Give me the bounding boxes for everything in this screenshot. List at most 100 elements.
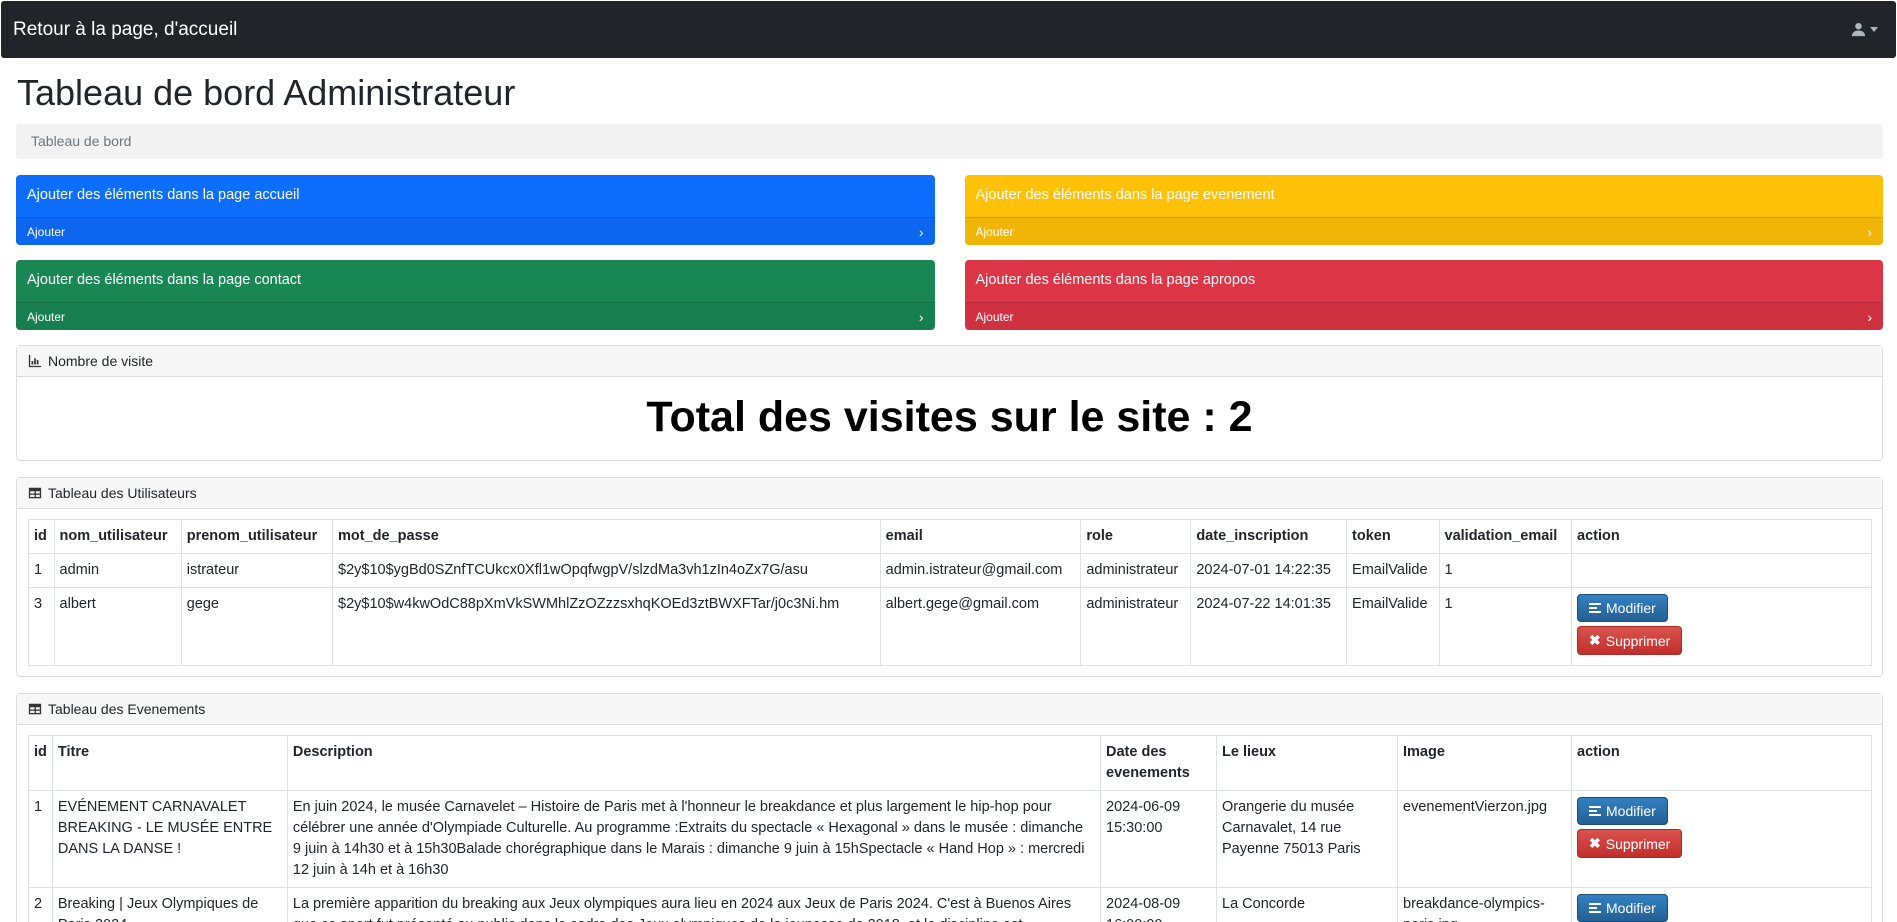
col-header: id — [28, 519, 55, 554]
close-icon: ✖ — [1589, 835, 1601, 851]
table-row: 1 admin istrateur $2y$10$ygBd0SZnfTCUkcx… — [28, 553, 1872, 588]
align-left-icon — [1589, 603, 1601, 613]
cell-action: Modifier ✖ Supprimer — [1571, 790, 1872, 888]
cell-date: 2024-08-09 16:00:00 — [1100, 887, 1217, 922]
cell-titre: EVÉNEMENT CARNAVALET BREAKING - LE MUSÉE… — [51, 790, 288, 888]
card-text: Ajouter des éléments dans la page contac… — [27, 272, 302, 288]
cell-email: admin.istrateur@gmail.com — [879, 553, 1082, 588]
main-container: Tableau de bord Administrateur Tableau d… — [0, 72, 1897, 922]
col-header: action — [1571, 519, 1872, 554]
home-link[interactable]: Retour à la page, d'accueil — [13, 19, 237, 41]
cell-id: 3 — [28, 587, 55, 666]
col-header: email — [879, 519, 1082, 554]
card-text: Ajouter des éléments dans la page evenem… — [975, 187, 1275, 203]
card-apropos: Ajouter des éléments dans la page apropo… — [964, 260, 1883, 330]
card-evenement: Ajouter des éléments dans la page evenem… — [964, 175, 1883, 245]
visits-panel-header: Nombre de visite — [17, 346, 1882, 377]
table-row: 1 EVÉNEMENT CARNAVALET BREAKING - LE MUS… — [28, 790, 1872, 888]
col-header: action — [1571, 735, 1872, 791]
col-header: Description — [286, 735, 1102, 791]
card-add-link-apropos[interactable]: Ajouter › — [964, 302, 1883, 330]
cell-action: Modifier — [1571, 887, 1872, 922]
delete-button[interactable]: ✖ Supprimer — [1577, 626, 1683, 655]
cell-role: administrateur — [1080, 587, 1192, 666]
col-header: Date des evenements — [1100, 735, 1217, 791]
col-header: Image — [1397, 735, 1572, 791]
table-icon — [28, 703, 42, 715]
cell-titre: Breaking | Jeux Olympiques de Paris 2024 — [51, 887, 288, 922]
visits-panel-title: Nombre de visite — [48, 353, 154, 369]
modify-button[interactable]: Modifier — [1577, 797, 1668, 825]
caret-down-icon — [1870, 27, 1878, 32]
modify-label: Modifier — [1606, 600, 1656, 616]
col-header: id — [28, 735, 53, 791]
modify-button[interactable]: Modifier — [1577, 594, 1668, 622]
cell-date: 2024-07-22 14:01:35 — [1190, 587, 1348, 666]
events-panel: Tableau des Evenements id Titre Descript… — [16, 693, 1883, 922]
chevron-right-icon: › — [918, 223, 924, 240]
user-dropdown[interactable] — [1851, 22, 1884, 37]
modify-label: Modifier — [1606, 803, 1656, 819]
col-header: Titre — [51, 735, 288, 791]
cell-date: 2024-07-01 14:22:35 — [1190, 553, 1348, 588]
card-link-label: Ajouter — [975, 224, 1014, 239]
col-header: prenom_utilisateur — [180, 519, 334, 554]
top-navbar: Retour à la page, d'accueil — [1, 1, 1896, 58]
table-row: 2 Breaking | Jeux Olympiques de Paris 20… — [28, 887, 1872, 922]
cell-password: $2y$10$ygBd0SZnfTCUkcx0Xfl1wOpqfwgpV/slz… — [332, 553, 881, 588]
card-contact: Ajouter des éléments dans la page contac… — [16, 260, 935, 330]
col-header: date_inscription — [1190, 519, 1348, 554]
cell-description: La première apparition du breaking aux J… — [286, 887, 1102, 922]
table-row: 3 albert gege $2y$10$w4kwOdC88pXmVkSWMhl… — [28, 587, 1872, 666]
card-add-link-evenement[interactable]: Ajouter › — [964, 217, 1883, 245]
chevron-right-icon: › — [918, 308, 924, 325]
events-table: id Titre Description Date des evenements… — [28, 735, 1872, 922]
chart-area-icon — [28, 354, 42, 368]
cell-validation: 1 — [1438, 587, 1573, 666]
cell-image: evenementVierzon.jpg — [1397, 790, 1572, 888]
events-panel-header: Tableau des Evenements — [17, 694, 1882, 725]
card-add-link-accueil[interactable]: Ajouter › — [16, 217, 935, 245]
users-panel-title: Tableau des Utilisateurs — [48, 485, 197, 501]
chevron-right-icon: › — [1867, 223, 1872, 240]
modify-button[interactable]: Modifier — [1577, 894, 1668, 922]
chevron-right-icon: › — [1867, 308, 1872, 325]
cell-date: 2024-06-09 15:30:00 — [1100, 790, 1217, 888]
events-table-header: id Titre Description Date des evenements… — [28, 735, 1872, 791]
cell-password: $2y$10$w4kwOdC88pXmVkSWMhlZzOZzzsxhqKOEd… — [332, 587, 881, 666]
users-table: id nom_utilisateur prenom_utilisateur mo… — [28, 519, 1872, 666]
cell-id: 1 — [28, 790, 53, 888]
cell-description: En juin 2024, le musée Carnavelet – Hist… — [286, 790, 1102, 888]
cell-nom: admin — [53, 553, 182, 588]
cell-action — [1571, 553, 1872, 588]
col-header: validation_email — [1438, 519, 1573, 554]
users-panel-header: Tableau des Utilisateurs — [17, 478, 1882, 509]
cell-action: Modifier ✖ Supprimer — [1571, 587, 1872, 666]
users-panel: Tableau des Utilisateurs id nom_utilisat… — [16, 477, 1883, 677]
cell-token: EmailValide — [1346, 553, 1440, 588]
delete-button[interactable]: ✖ Supprimer — [1577, 829, 1683, 858]
col-header: nom_utilisateur — [53, 519, 182, 554]
cell-image: breakdance-olympics-paris.jpg — [1397, 887, 1572, 922]
delete-label: Supprimer — [1605, 632, 1671, 649]
cell-validation: 1 — [1438, 553, 1573, 588]
breadcrumb: Tableau de bord — [16, 124, 1883, 159]
table-icon — [28, 487, 42, 499]
events-panel-title: Tableau des Evenements — [48, 701, 206, 717]
card-accueil: Ajouter des éléments dans la page accuei… — [16, 175, 935, 245]
col-header: token — [1346, 519, 1440, 554]
cell-token: EmailValide — [1346, 587, 1440, 666]
modify-label: Modifier — [1606, 900, 1656, 916]
col-header: mot_de_passe — [332, 519, 881, 554]
page-title: Tableau de bord Administrateur — [17, 72, 516, 113]
cell-prenom: istrateur — [180, 553, 334, 588]
cell-nom: albert — [53, 587, 182, 666]
user-icon — [1851, 22, 1866, 37]
cell-prenom: gege — [180, 587, 334, 666]
card-add-link-contact[interactable]: Ajouter › — [16, 302, 935, 330]
delete-label: Supprimer — [1605, 835, 1671, 852]
cell-lieu: La Concorde — [1216, 887, 1398, 922]
cell-id: 2 — [28, 887, 53, 922]
users-table-header: id nom_utilisateur prenom_utilisateur mo… — [28, 519, 1872, 554]
col-header: Le lieux — [1216, 735, 1398, 791]
